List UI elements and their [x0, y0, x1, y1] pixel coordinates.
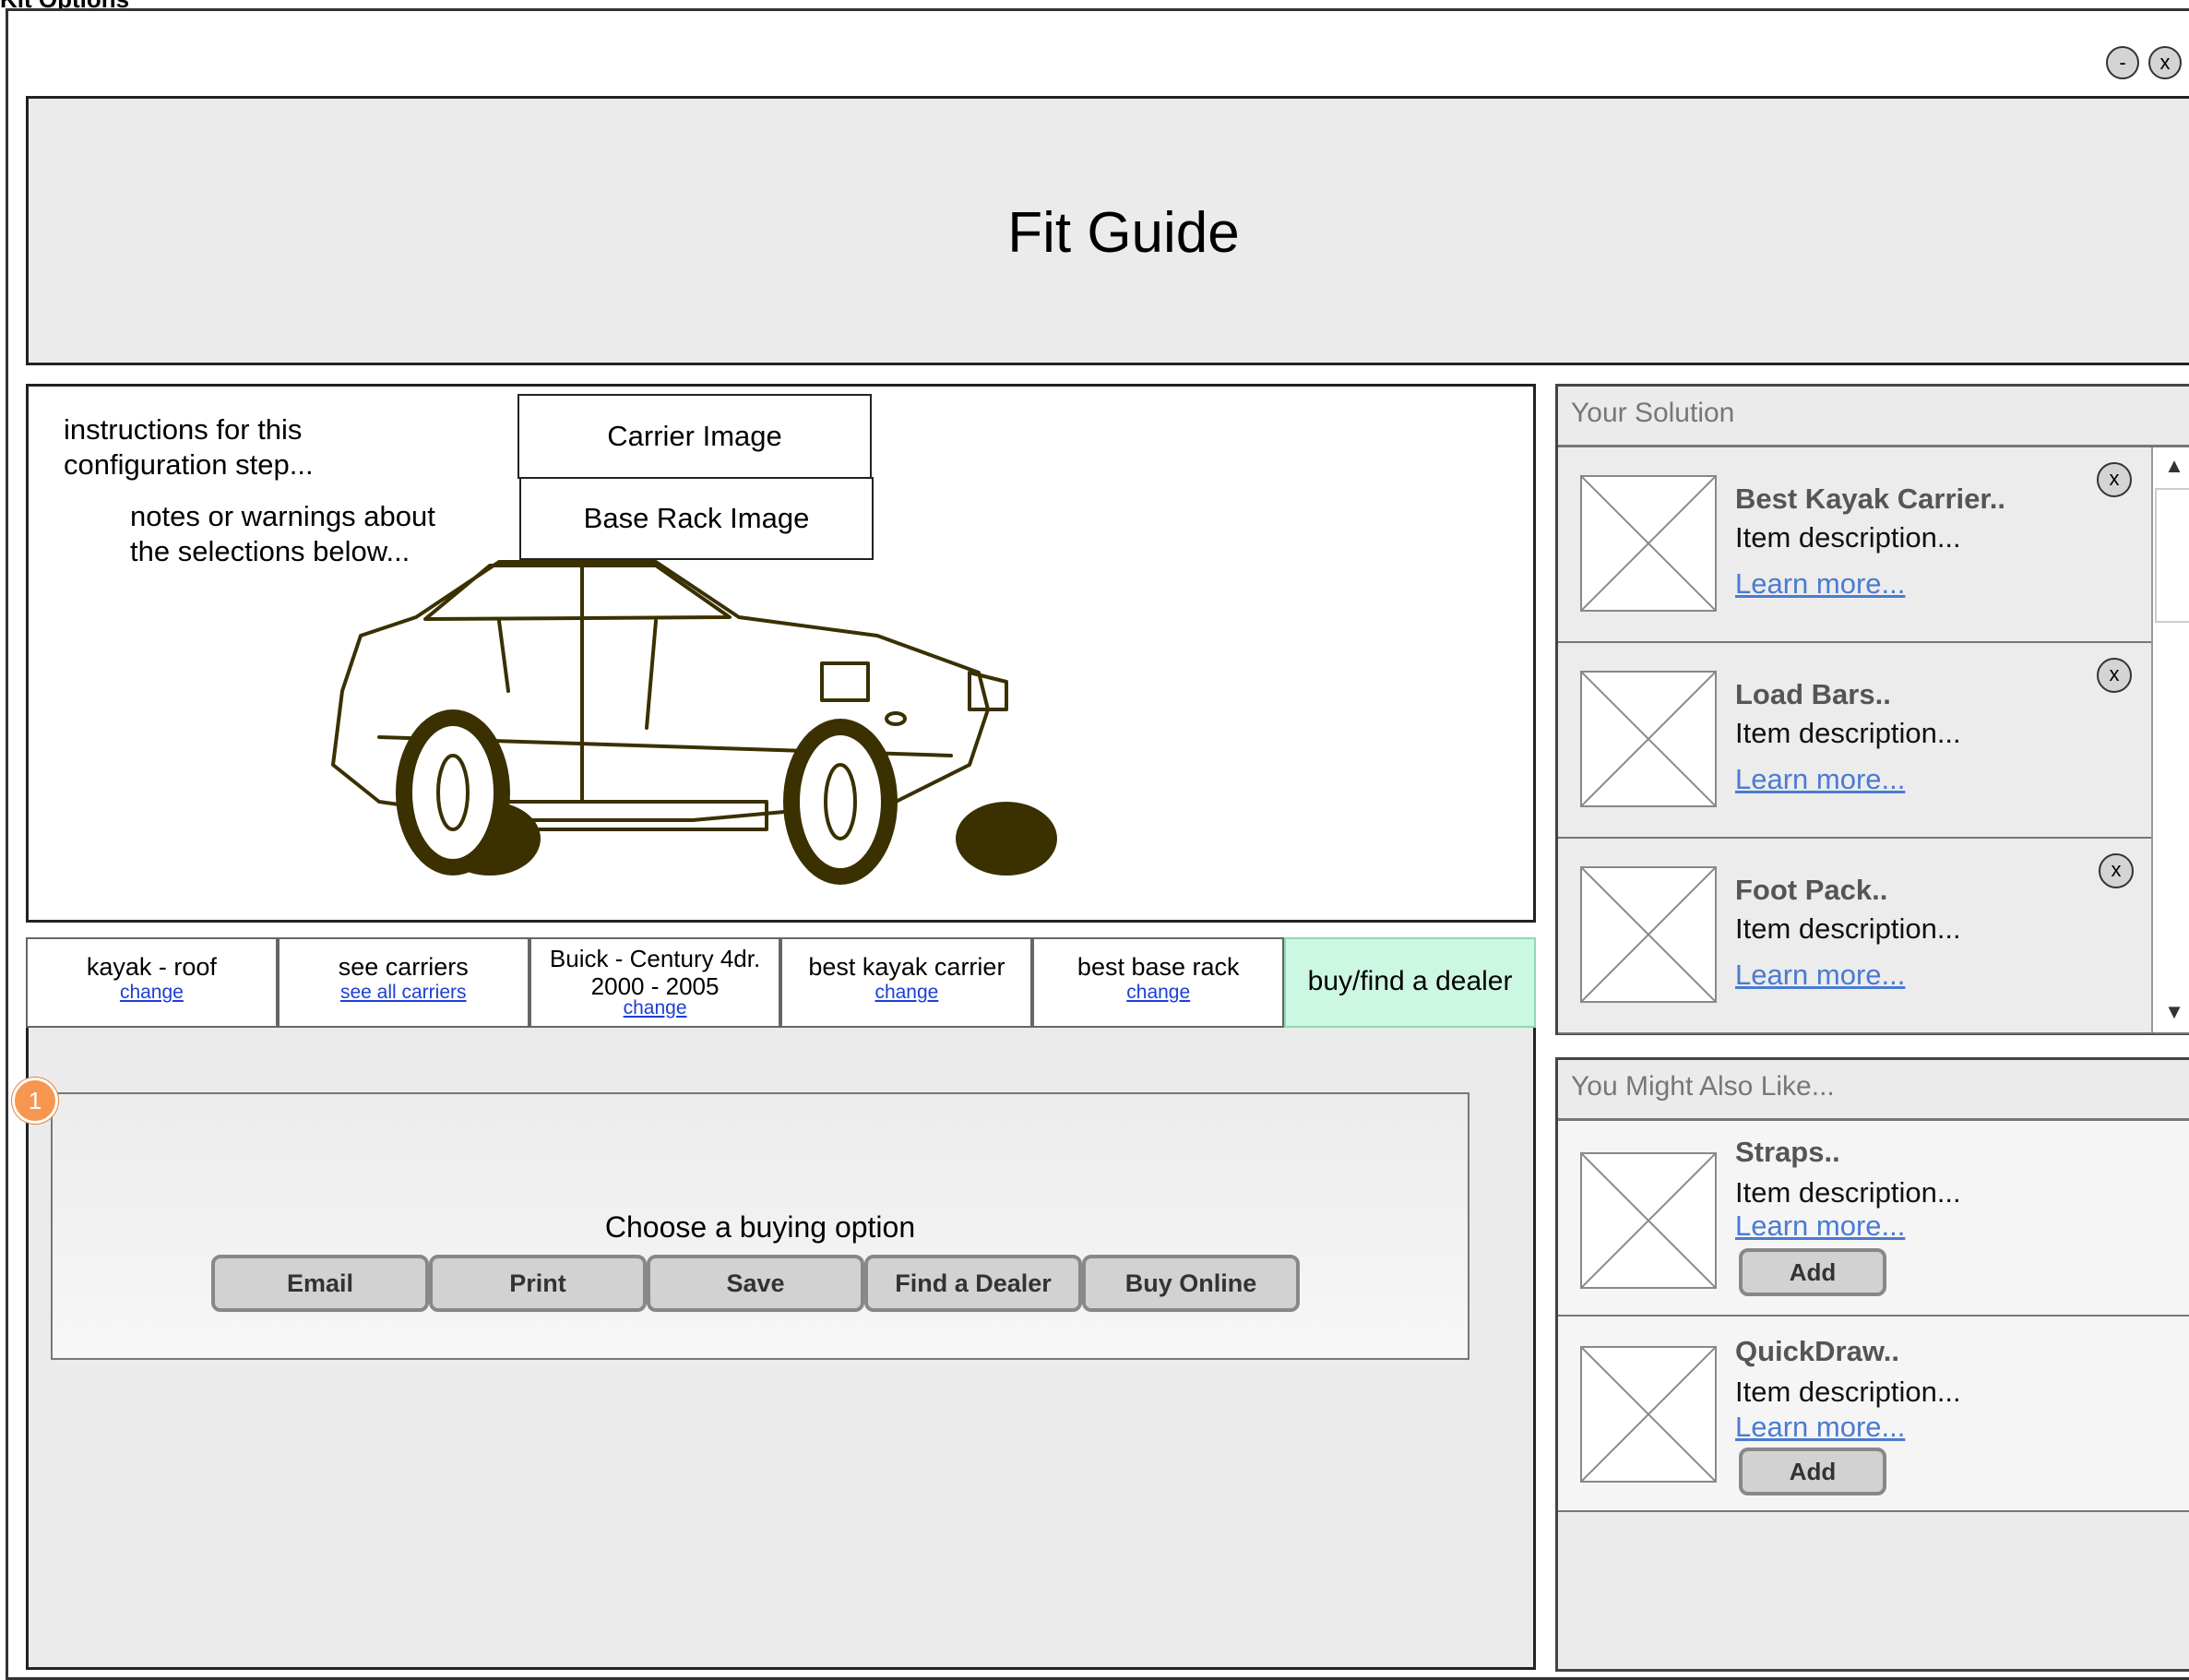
your-solution-panel: Your Solution Best Kayak Carrier.. Item … [1555, 384, 2189, 1035]
item-description: Item description... [1735, 1176, 1961, 1209]
step-title: buy/find a dealer [1307, 966, 1513, 996]
item-name: Straps.. [1735, 1136, 1840, 1168]
buying-option-label: Choose a buying option [604, 1210, 916, 1244]
image-placeholder-icon [1580, 866, 1717, 1003]
close-window-button[interactable]: x [2148, 46, 2182, 79]
add-button[interactable]: Add [1739, 1248, 1886, 1296]
step-title: Buick - Century 4dr. 2000 - 2005 [549, 945, 761, 1000]
recommended-item: QuickDraw.. Item description... Learn mo… [1558, 1317, 2189, 1512]
remove-item-button[interactable]: x [2097, 658, 2132, 693]
recommended-item: Straps.. Item description... Learn more.… [1558, 1121, 2189, 1317]
find-dealer-button[interactable]: Find a Dealer [864, 1255, 1082, 1312]
step-tab-base-rack[interactable]: best base rack change [1032, 937, 1285, 1028]
step-change-link[interactable]: change [782, 982, 1030, 1004]
learn-more-link[interactable]: Learn more... [1735, 567, 1905, 601]
learn-more-link[interactable]: Learn more... [1735, 1411, 1905, 1444]
step-change-link[interactable]: change [1034, 982, 1282, 1004]
buying-option-buttons: Email Print Save Find a Dealer Buy Onlin… [211, 1255, 1300, 1312]
solution-item: Best Kayak Carrier.. Item description...… [1558, 447, 2189, 643]
up-arrow-icon[interactable]: ▲ [2153, 447, 2189, 488]
step-title: see carriers [338, 953, 469, 981]
solution-item: Foot Pack.. Item description... Learn mo… [1558, 839, 2189, 1034]
solution-scrollbar[interactable]: ▲ ▼ [2151, 447, 2189, 1032]
instructions-text: instructions for this configuration step… [64, 413, 314, 481]
item-description: Item description... [1735, 521, 1961, 554]
step-tab-activity[interactable]: kayak - roof change [26, 937, 278, 1028]
annotation-marker: 1 [12, 1078, 58, 1124]
image-placeholder-icon [1580, 671, 1717, 807]
step-tab-buy[interactable]: buy/find a dealer [1284, 937, 1536, 1028]
item-name: QuickDraw.. [1735, 1335, 1900, 1367]
image-placeholder-icon [1580, 475, 1717, 612]
step-tab-kayak-carrier[interactable]: best kayak carrier change [780, 937, 1033, 1028]
solution-item: Load Bars.. Item description... Learn mo… [1558, 643, 2189, 839]
learn-more-link[interactable]: Learn more... [1735, 959, 1905, 992]
add-button[interactable]: Add [1739, 1448, 1886, 1495]
buy-online-button[interactable]: Buy Online [1082, 1255, 1300, 1312]
learn-more-link[interactable]: Learn more... [1735, 1209, 1905, 1243]
configuration-stage: instructions for this configuration step… [26, 384, 1536, 923]
carrier-image-box: Carrier Image [518, 394, 872, 479]
buying-area: Choose a buying option Email Print Save … [12, 1028, 1536, 1670]
step-change-link[interactable]: change [28, 982, 276, 1004]
item-description: Item description... [1735, 1376, 1961, 1408]
minimize-button[interactable]: - [2106, 46, 2139, 79]
image-placeholder-icon [1580, 1152, 1717, 1289]
item-name: Foot Pack.. [1735, 874, 1888, 906]
step-tab-carriers[interactable]: see carriers see all carriers [277, 937, 529, 1028]
scroll-thumb[interactable] [2155, 488, 2189, 623]
remove-item-button[interactable]: x [2097, 462, 2132, 497]
car-illustration [331, 560, 1057, 885]
print-button[interactable]: Print [429, 1255, 647, 1312]
item-description: Item description... [1735, 912, 1961, 945]
learn-more-link[interactable]: Learn more... [1735, 763, 1905, 796]
header-banner: Fit Guide [26, 96, 2189, 365]
step-title: kayak - roof [86, 953, 217, 981]
step-tab-vehicle[interactable]: Buick - Century 4dr. 2000 - 2005 change [529, 937, 781, 1028]
email-button[interactable]: Email [211, 1255, 429, 1312]
panel-title: You Might Also Like... [1571, 1071, 1835, 1102]
base-rack-image-box: Base Rack Image [519, 477, 874, 560]
also-like-panel: You Might Also Like... Straps.. Item des… [1555, 1057, 2189, 1672]
panel-title: Your Solution [1571, 398, 1735, 428]
remove-item-button[interactable]: x [2099, 853, 2134, 888]
save-button[interactable]: Save [647, 1255, 864, 1312]
step-title: best kayak carrier [808, 953, 1005, 981]
see-all-carriers-link[interactable]: see all carriers [280, 982, 528, 1004]
step-tabs: kayak - roof change see carriers see all… [26, 937, 1536, 1028]
down-arrow-icon[interactable]: ▼ [2153, 992, 2189, 1032]
step-title: best base rack [1077, 953, 1240, 981]
buying-options-panel: Choose a buying option Email Print Save … [51, 1092, 1469, 1360]
item-description: Item description... [1735, 717, 1961, 749]
step-change-link[interactable]: change [531, 998, 779, 1018]
image-placeholder-icon [1580, 1346, 1717, 1483]
page-title: Fit Guide [1007, 201, 1240, 265]
item-name: Load Bars.. [1735, 678, 1891, 710]
item-name: Best Kayak Carrier.. [1735, 483, 2005, 515]
